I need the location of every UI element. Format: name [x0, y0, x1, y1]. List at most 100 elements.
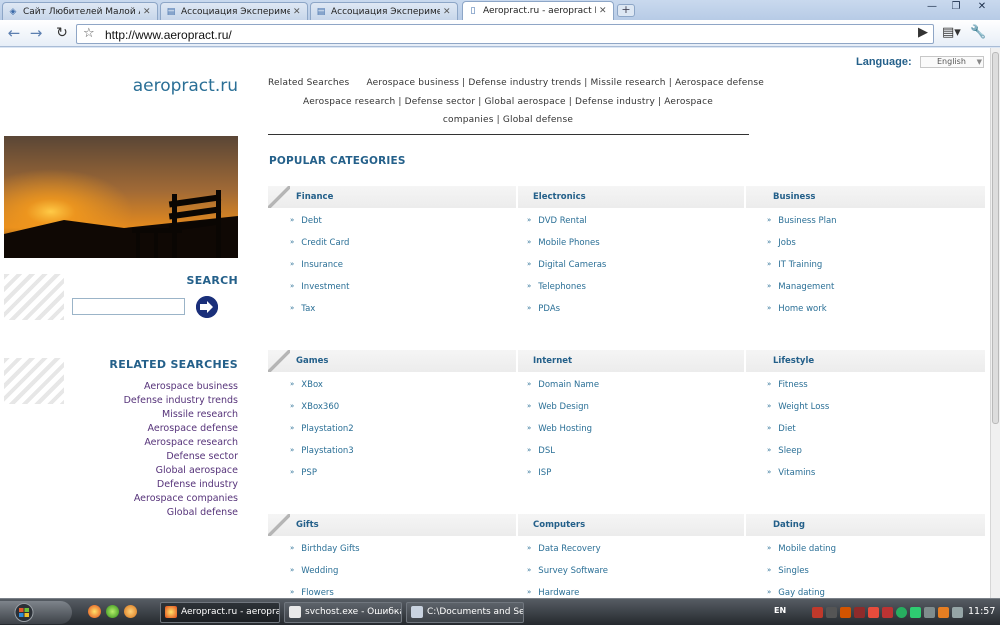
address-bar[interactable]: ☆ http://www.aeropract.ru/ — [76, 24, 934, 44]
category-link[interactable]: » Tax — [290, 304, 315, 314]
page-menu-icon[interactable]: ▤▾ — [942, 25, 961, 40]
tab-1[interactable]: ◈ Сайт Любителей Малой А... ✕ — [2, 2, 158, 20]
language-select[interactable]: English ▼ — [920, 56, 984, 68]
language-indicator[interactable]: EN — [774, 606, 786, 615]
window-close-button[interactable]: ✕ — [968, 0, 996, 14]
related-link[interactable]: Aerospace research — [303, 97, 395, 107]
tab-4-active[interactable]: ▯ Aeropract.ru - aeropract R... ✕ — [462, 1, 614, 20]
category-link[interactable]: » Jobs — [767, 238, 796, 248]
category-link[interactable]: » Web Hosting — [527, 424, 592, 434]
category-heading[interactable]: Business — [773, 192, 815, 202]
back-arrow-icon[interactable]: ← — [4, 24, 24, 44]
tray-icon[interactable] — [812, 607, 823, 618]
related-link[interactable]: Defense industry — [100, 478, 238, 492]
tray-icon[interactable] — [924, 607, 935, 618]
category-link[interactable]: » XBox360 — [290, 402, 339, 412]
category-link[interactable]: » Management — [767, 282, 834, 292]
category-link[interactable]: » Credit Card — [290, 238, 349, 248]
category-heading[interactable]: Dating — [773, 520, 805, 530]
scrollbar-thumb[interactable] — [992, 52, 999, 424]
category-link[interactable]: » Hardware — [527, 588, 579, 598]
tray-icon[interactable] — [854, 607, 865, 618]
category-link[interactable]: » PSP — [290, 468, 317, 478]
tab-3[interactable]: ▤ Ассоциация Эксперимент... ✕ — [310, 2, 458, 20]
volume-icon[interactable] — [952, 607, 963, 618]
category-link[interactable]: » Singles — [767, 566, 809, 576]
close-icon[interactable]: ✕ — [143, 7, 153, 17]
category-heading[interactable]: Gifts — [296, 520, 319, 530]
category-link[interactable]: » Sleep — [767, 446, 802, 456]
taskbar-item-browser[interactable]: Aeropract.ru - aeropra... — [160, 602, 280, 623]
category-heading[interactable]: Lifestyle — [773, 356, 814, 366]
reload-icon[interactable]: ↻ — [52, 24, 72, 44]
category-heading[interactable]: Finance — [296, 192, 333, 202]
search-input[interactable] — [72, 298, 185, 315]
tray-icon[interactable] — [910, 607, 921, 618]
search-button[interactable] — [196, 296, 218, 318]
tray-icon[interactable] — [938, 607, 949, 618]
start-button[interactable] — [0, 601, 72, 624]
minimize-button[interactable]: — — [920, 0, 944, 14]
category-link[interactable]: » XBox — [290, 380, 323, 390]
related-link[interactable]: Aerospace business — [100, 380, 238, 394]
related-link[interactable]: Aerospace defense — [675, 78, 764, 88]
category-link[interactable]: » Flowers — [290, 588, 334, 598]
category-link[interactable]: » DVD Rental — [527, 216, 587, 226]
related-link[interactable]: Aerospace companies — [100, 492, 238, 506]
category-link[interactable]: » ISP — [527, 468, 551, 478]
related-link[interactable]: Aerospace research — [100, 436, 238, 450]
related-link[interactable]: Defense sector — [100, 450, 238, 464]
related-link[interactable]: Defense industry — [575, 97, 655, 107]
email-icon[interactable] — [124, 605, 137, 618]
category-link[interactable]: » Playstation3 — [290, 446, 354, 456]
category-link[interactable]: » Debt — [290, 216, 322, 226]
category-link[interactable]: » Wedding — [290, 566, 338, 576]
site-logo[interactable]: aeropract.ru — [120, 76, 238, 96]
category-link[interactable]: » Weight Loss — [767, 402, 829, 412]
tray-icon[interactable] — [882, 607, 893, 618]
chrome-icon[interactable] — [88, 605, 101, 618]
tray-icon[interactable] — [840, 607, 851, 618]
category-link[interactable]: » Telephones — [527, 282, 586, 292]
vertical-scrollbar[interactable] — [990, 48, 1000, 598]
related-link[interactable]: Defense industry trends — [468, 78, 581, 88]
related-link[interactable]: Global aerospace — [485, 97, 566, 107]
taskbar-item-error[interactable]: svchost.exe - Ошибка ... — [284, 602, 402, 623]
icq-icon[interactable] — [106, 605, 119, 618]
category-heading[interactable]: Internet — [533, 356, 572, 366]
category-link[interactable]: » Vitamins — [767, 468, 815, 478]
category-link[interactable]: » Playstation2 — [290, 424, 354, 434]
category-link[interactable]: » Data Recovery — [527, 544, 601, 554]
network-icon[interactable] — [826, 607, 837, 618]
category-link[interactable]: » IT Training — [767, 260, 822, 270]
tray-icon[interactable] — [868, 607, 879, 618]
clock[interactable]: 11:57 — [968, 606, 995, 617]
related-link[interactable]: Defense sector — [405, 97, 476, 107]
category-link[interactable]: » Investment — [290, 282, 349, 292]
category-link[interactable]: » DSL — [527, 446, 555, 456]
tray-icon[interactable] — [896, 607, 907, 618]
category-link[interactable]: » Business Plan — [767, 216, 837, 226]
category-link[interactable]: » Digital Cameras — [527, 260, 606, 270]
category-link[interactable]: » Web Design — [527, 402, 589, 412]
category-link[interactable]: » Mobile dating — [767, 544, 836, 554]
category-heading[interactable]: Electronics — [533, 192, 586, 202]
new-tab-button[interactable]: + — [617, 4, 635, 17]
category-link[interactable]: » Gay dating — [767, 588, 825, 598]
play-icon[interactable]: ▶ — [918, 25, 928, 40]
related-link[interactable]: Missile research — [591, 78, 666, 88]
maximize-button[interactable]: ❐ — [944, 0, 968, 14]
related-link[interactable]: Aerospace defense — [100, 422, 238, 436]
related-link[interactable]: Defense industry trends — [100, 394, 238, 408]
wrench-icon[interactable]: 🔧 — [970, 25, 986, 40]
taskbar-item-folder[interactable]: C:\Documents and Sett... — [406, 602, 524, 623]
close-icon[interactable]: ✕ — [293, 7, 303, 17]
category-link[interactable]: » Survey Software — [527, 566, 608, 576]
related-link[interactable]: Missile research — [100, 408, 238, 422]
category-heading[interactable]: Computers — [533, 520, 585, 530]
close-icon[interactable]: ✕ — [443, 7, 453, 17]
related-link[interactable]: Global defense — [100, 506, 238, 520]
forward-arrow-icon[interactable]: → — [26, 24, 46, 44]
category-link[interactable]: » Birthday Gifts — [290, 544, 360, 554]
url-text[interactable]: http://www.aeropract.ru/ — [105, 28, 232, 42]
